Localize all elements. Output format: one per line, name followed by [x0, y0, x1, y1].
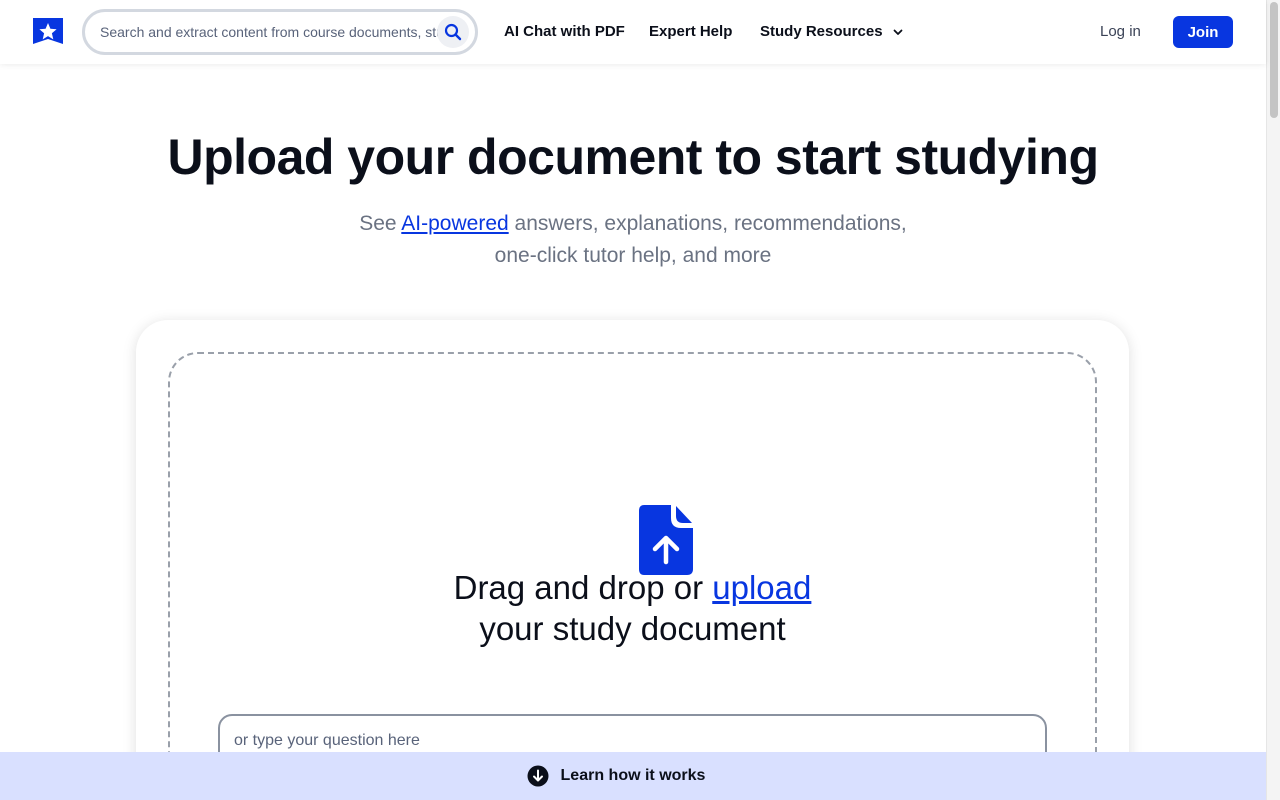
document-upload-icon[interactable]: [638, 504, 694, 576]
hero-subtitle: See AI-powered answers, explanations, re…: [333, 208, 933, 272]
search-input[interactable]: [100, 24, 440, 40]
upload-link[interactable]: upload: [712, 569, 811, 606]
arrow-down-circle-icon: [527, 765, 549, 787]
drop-prefix: Drag and drop or: [453, 569, 713, 606]
learn-how-it-works-label: Learn how it works: [560, 767, 706, 784]
drop-instructions: Drag and drop or upload your study docum…: [136, 567, 1129, 649]
join-button[interactable]: Join: [1173, 16, 1233, 48]
learn-how-it-works-bar[interactable]: Learn how it works: [0, 752, 1266, 800]
subtitle-prefix: See: [359, 212, 402, 235]
nav-study-resources-label: Study Resources: [760, 23, 883, 40]
search-box[interactable]: [82, 9, 478, 55]
subtitle-line2: one-click tutor help, and more: [494, 244, 772, 267]
scrollbar-thumb[interactable]: [1270, 2, 1278, 118]
question-input[interactable]: [234, 732, 1014, 750]
page-title: Upload your document to start studying: [167, 129, 1099, 185]
chevron-down-icon: [893, 29, 902, 35]
drop-line2: your study document: [479, 610, 786, 647]
nav-expert-help[interactable]: Expert Help: [649, 23, 732, 40]
top-navigation: AI Chat with PDF Expert Help Study Resou…: [0, 0, 1266, 64]
search-icon[interactable]: [437, 16, 469, 48]
nav-study-resources[interactable]: Study Resources: [760, 23, 903, 40]
shield-star-icon[interactable]: [32, 16, 64, 48]
login-link[interactable]: Log in: [1100, 23, 1141, 40]
page-scrollbar[interactable]: [1266, 0, 1280, 800]
ai-powered-link[interactable]: AI-powered: [401, 212, 508, 235]
subtitle-rest: answers, explanations, recommendations,: [508, 212, 907, 235]
nav-ai-chat-with-pdf[interactable]: AI Chat with PDF: [504, 23, 625, 40]
